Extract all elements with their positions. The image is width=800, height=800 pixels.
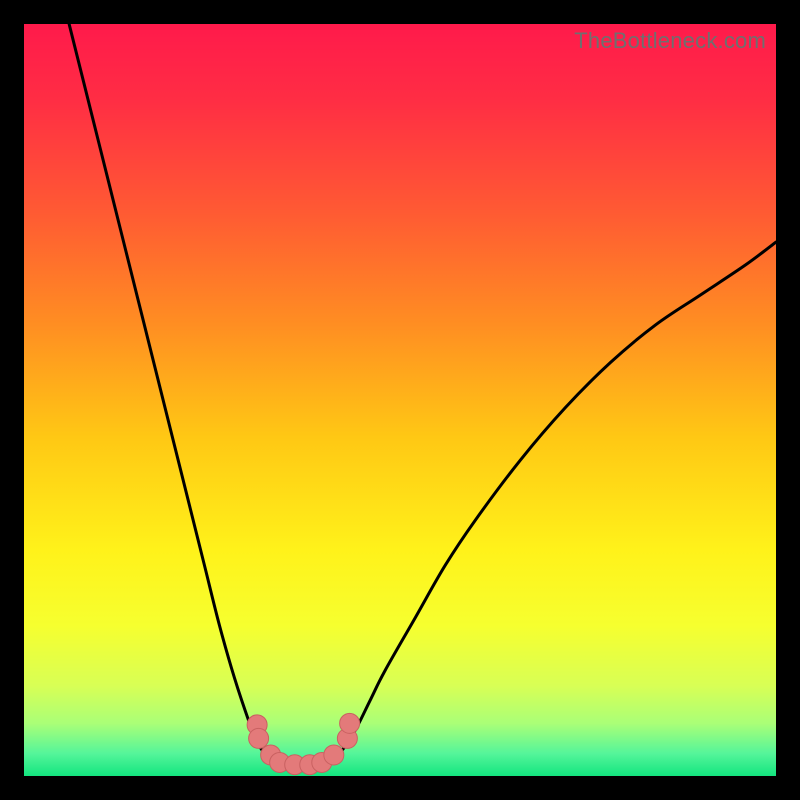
curve-marker [340, 713, 360, 733]
watermark-text: TheBottleneck.com [574, 28, 766, 54]
curve-marker [249, 728, 269, 748]
bottleneck-chart [24, 24, 776, 776]
curve-marker [324, 745, 344, 765]
chart-frame: TheBottleneck.com [24, 24, 776, 776]
gradient-background [24, 24, 776, 776]
